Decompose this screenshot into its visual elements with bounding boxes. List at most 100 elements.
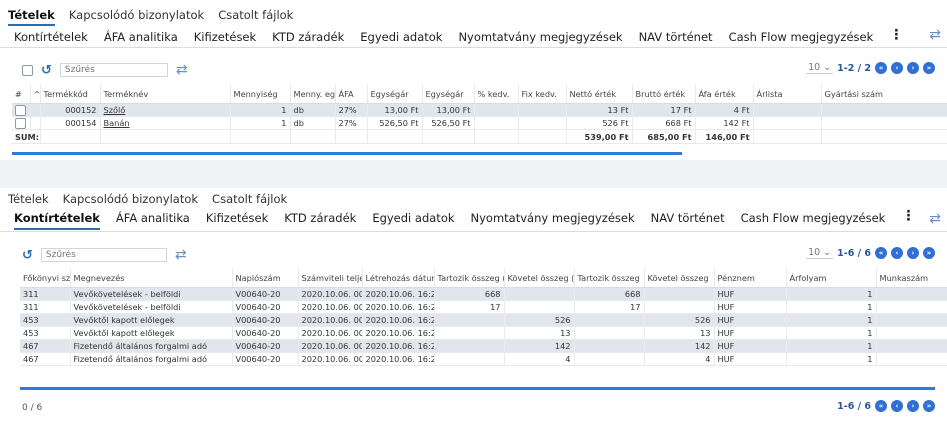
swap-arrows-icon[interactable]: ⇄ bbox=[176, 62, 188, 78]
tab-cash-flow-megjegyzesek[interactable]: Cash Flow megjegyzések bbox=[741, 211, 886, 230]
col-tartozik-huf[interactable]: Tartozik összeg (HUF) bbox=[434, 268, 505, 288]
table-cell: 526 bbox=[504, 313, 575, 327]
search-input[interactable] bbox=[40, 248, 167, 262]
col-termeknev[interactable]: Terméknév bbox=[100, 84, 231, 104]
col-kovetel[interactable]: Követel összeg bbox=[644, 268, 715, 288]
more-vertical-dots-icon[interactable]: ⋮ bbox=[901, 209, 915, 230]
col-fokonyvi-szamla[interactable]: Főkönyvi számla bbox=[20, 268, 71, 288]
table-cell bbox=[876, 287, 947, 301]
col-kedv-pct[interactable]: % kedv. bbox=[474, 84, 519, 104]
col-sort[interactable]: ^ bbox=[30, 84, 41, 104]
tab-kifizetesek[interactable]: Kifizetések bbox=[194, 30, 256, 44]
table-row[interactable]: 453 Vevőktől kapott előlegek V00640-20 2020… bbox=[20, 313, 947, 327]
tab-egyedi-adatok[interactable]: Egyedi adatok bbox=[360, 30, 442, 44]
table-row[interactable]: 311 Vevőkövetelések - belföldi V00640-20 20… bbox=[20, 300, 947, 314]
col-termekkod[interactable]: Termékkód bbox=[40, 84, 101, 104]
first-page-icon[interactable]: « bbox=[875, 62, 887, 74]
last-page-icon[interactable]: » bbox=[923, 400, 935, 412]
tab-kontirtetelek[interactable]: Kontírtételek bbox=[14, 30, 88, 44]
tab-nyomtatvany-megjegyzesek[interactable]: Nyomtatvány megjegyzések bbox=[458, 30, 622, 44]
next-page-icon[interactable]: › bbox=[907, 62, 919, 74]
grid-toolbar: ↺ ⇄ bbox=[22, 247, 187, 263]
first-page-icon[interactable]: « bbox=[875, 247, 887, 259]
swap-arrows-icon[interactable]: ⇄ bbox=[929, 211, 941, 227]
table-header: Főkönyvi számla Megnevezés Naplószám Szá… bbox=[20, 268, 947, 288]
tab-kifizetesek[interactable]: Kifizetések bbox=[206, 211, 268, 230]
cell-termeknev[interactable]: Szőlő bbox=[100, 103, 231, 117]
tab-tetelek[interactable]: Tételek bbox=[8, 8, 55, 26]
product-link[interactable]: Banán bbox=[104, 118, 130, 128]
tab-afa-analitika[interactable]: ÁFA analitika bbox=[116, 211, 190, 230]
table-row[interactable]: 453 Vevőktől kapott előlegek V00640-20 2020… bbox=[20, 326, 947, 340]
tab-kontirtetelek[interactable]: Kontírtételek bbox=[14, 211, 100, 230]
col-index[interactable]: # bbox=[12, 84, 31, 104]
table-row[interactable]: 311 Vevőkövetelések - belföldi V00640-20 20… bbox=[20, 287, 947, 301]
product-link[interactable]: Szőlő bbox=[104, 105, 126, 115]
undo-icon[interactable]: ↺ bbox=[41, 63, 52, 78]
table-row[interactable]: 467 Fizetendő általános forgalmi adó V0064… bbox=[20, 339, 947, 353]
search-input[interactable] bbox=[59, 63, 168, 77]
tab-csatolt-fajlok[interactable]: Csatolt fájlok bbox=[218, 8, 293, 26]
page-size-select[interactable]: 10 ⌄ bbox=[806, 62, 834, 74]
col-afa-ertek[interactable]: Áfa érték bbox=[695, 84, 754, 104]
col-tartozik[interactable]: Tartozik összeg bbox=[574, 268, 645, 288]
col-menny-egyseg[interactable]: Menny. egység bbox=[290, 84, 336, 104]
col-letrehozas-datuma[interactable]: Létrehozás dátuma bbox=[362, 268, 435, 288]
row-checkbox[interactable] bbox=[15, 104, 26, 116]
horizontal-scrollbar[interactable] bbox=[20, 387, 935, 390]
swap-arrows-icon[interactable]: ⇄ bbox=[175, 247, 187, 263]
next-page-icon[interactable]: › bbox=[907, 400, 919, 412]
col-afa[interactable]: ÁFA bbox=[335, 84, 368, 104]
col-megnevezes[interactable]: Megnevezés bbox=[70, 268, 233, 288]
col-penznem[interactable]: Pénznem bbox=[714, 268, 787, 288]
cell-termeknev[interactable]: Banán bbox=[100, 116, 231, 130]
tab-nav-tortenet[interactable]: NAV történet bbox=[639, 30, 713, 44]
tab-kapcsolodo-bizonylatok[interactable]: Kapcsolódó bizonylatok bbox=[63, 192, 198, 206]
table-cell: 000152 bbox=[40, 103, 101, 117]
tab-kapcsolodo-bizonylatok[interactable]: Kapcsolódó bizonylatok bbox=[69, 8, 204, 26]
col-kovetel-huf[interactable]: Követel összeg (HUF) bbox=[504, 268, 575, 288]
tab-csatolt-fajlok[interactable]: Csatolt fájlok bbox=[212, 192, 287, 206]
table-row[interactable]: 467 Fizetendő általános forgalmi adó V0064… bbox=[20, 352, 947, 366]
tab-nyomtatvany-megjegyzesek[interactable]: Nyomtatvány megjegyzések bbox=[471, 211, 635, 230]
tab-cash-flow-megjegyzesek[interactable]: Cash Flow megjegyzések bbox=[729, 30, 874, 44]
tab-afa-analitika[interactable]: ÁFA analitika bbox=[104, 30, 178, 44]
undo-icon[interactable]: ↺ bbox=[22, 248, 33, 263]
last-page-icon[interactable]: » bbox=[923, 247, 935, 259]
tab-ktd-zaradek[interactable]: KTD záradék bbox=[272, 30, 344, 44]
prev-page-icon[interactable]: ‹ bbox=[891, 62, 903, 74]
col-netto[interactable]: Nettó érték bbox=[566, 84, 633, 104]
top-tabs: Tételek Kapcsolódó bizonylatok Csatolt f… bbox=[8, 192, 287, 206]
table-cell: 1 bbox=[230, 103, 291, 117]
row-checkbox[interactable] bbox=[15, 117, 26, 129]
last-page-icon[interactable]: » bbox=[923, 62, 935, 74]
prev-page-icon[interactable]: ‹ bbox=[891, 247, 903, 259]
more-vertical-dots-icon[interactable]: ⋮ bbox=[889, 28, 903, 44]
horizontal-scrollbar[interactable] bbox=[12, 152, 682, 155]
col-munkaszam[interactable]: Munkaszám bbox=[876, 268, 947, 288]
select-all-checkbox[interactable] bbox=[22, 64, 33, 76]
swap-arrows-icon[interactable]: ⇄ bbox=[929, 27, 941, 43]
col-mennyiseg[interactable]: Mennyiség bbox=[230, 84, 291, 104]
table-cell bbox=[876, 339, 947, 353]
prev-page-icon[interactable]: ‹ bbox=[891, 400, 903, 412]
panel-separator bbox=[0, 160, 947, 188]
col-arfolyam[interactable]: Árfolyam bbox=[786, 268, 877, 288]
col-arlista[interactable]: Árlista bbox=[753, 84, 822, 104]
col-egysegar[interactable]: Egységár bbox=[367, 84, 423, 104]
col-egysegar-2[interactable]: Egységár bbox=[422, 84, 475, 104]
next-page-icon[interactable]: › bbox=[907, 247, 919, 259]
col-naploszam[interactable]: Naplószám bbox=[232, 268, 299, 288]
tab-nav-tortenet[interactable]: NAV történet bbox=[651, 211, 725, 230]
table-row[interactable]: 2000154Banán1db27%526,50 Ft526,50 Ft526 … bbox=[12, 116, 947, 130]
col-brutto[interactable]: Bruttó érték bbox=[632, 84, 696, 104]
tab-ktd-zaradek[interactable]: KTD záradék bbox=[284, 211, 356, 230]
tab-egyedi-adatok[interactable]: Egyedi adatok bbox=[372, 211, 454, 230]
page-size-select[interactable]: 10 ⌄ bbox=[806, 247, 834, 259]
tab-tetelek[interactable]: Tételek bbox=[8, 192, 49, 206]
table-row[interactable]: 1000152Szőlő1db27%13,00 Ft13,00 Ft13 Ft1… bbox=[12, 103, 947, 117]
first-page-icon[interactable]: « bbox=[875, 400, 887, 412]
col-gyartasi-szam[interactable]: Gyártási szám bbox=[821, 84, 947, 104]
col-fix-kedv[interactable]: Fix kedv. bbox=[518, 84, 567, 104]
col-szamviteli-teljesites[interactable]: Számviteli teljesítés bbox=[298, 268, 363, 288]
